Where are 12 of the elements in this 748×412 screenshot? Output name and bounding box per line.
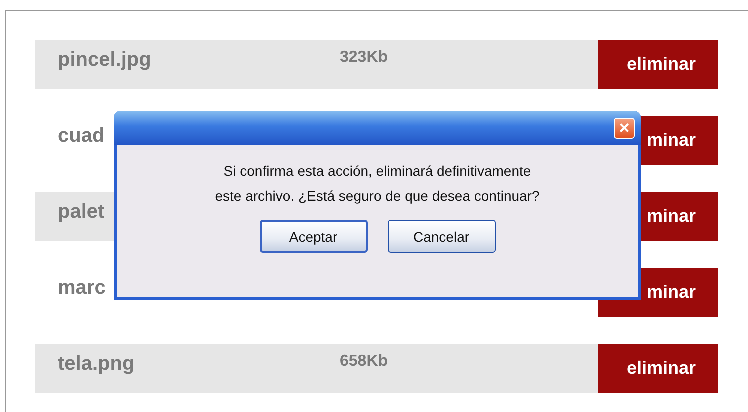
file-name: pincel.jpg	[58, 49, 152, 72]
delete-button[interactable]: eliminar	[598, 344, 718, 393]
file-name: cuad	[58, 125, 105, 148]
file-size: 658Kb	[340, 353, 388, 371]
delete-button[interactable]: eliminar	[598, 40, 718, 89]
file-name: marc	[58, 277, 106, 300]
dialog-message: Si confirma esta acción, eliminará definitivamente este archivo. ¿Está seguro de que desea continuar?	[215, 162, 540, 206]
file-name: tela.png	[58, 353, 135, 376]
file-name: palet	[58, 201, 105, 224]
file-size: 323Kb	[340, 49, 388, 67]
dialog-button[interactable]: Cancelar	[388, 220, 496, 253]
dialog-button[interactable]: Aceptar	[260, 220, 368, 253]
